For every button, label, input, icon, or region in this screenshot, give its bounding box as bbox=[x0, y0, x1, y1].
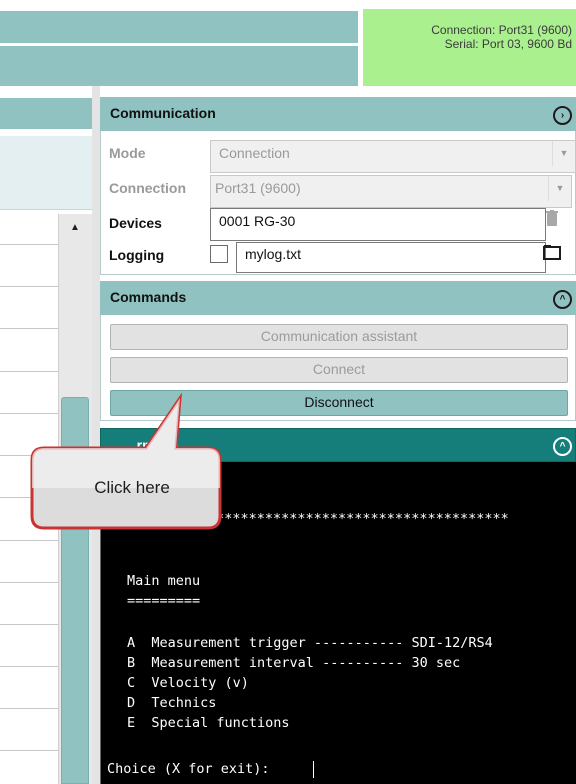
mode-label: Mode bbox=[109, 145, 146, 161]
chevron-up-circle-icon[interactable]: ^ bbox=[553, 437, 572, 456]
list-row-divider bbox=[0, 244, 58, 245]
trash-icon[interactable] bbox=[541, 210, 563, 232]
terminal-menu-item: D Technics bbox=[127, 695, 217, 711]
devices-field[interactable]: 0001 RG-30 bbox=[210, 208, 546, 241]
terminal-stars-line: ************************************* bbox=[208, 511, 509, 527]
serial-status-text: Serial: Port 03, 9600 Bd bbox=[444, 37, 572, 51]
panel-splitter[interactable] bbox=[92, 86, 100, 784]
logging-checkbox[interactable] bbox=[210, 245, 228, 263]
devices-label: Devices bbox=[109, 215, 162, 231]
left-panel-subheader bbox=[0, 136, 92, 210]
folder-icon[interactable] bbox=[541, 244, 563, 266]
callout-text: Click here bbox=[94, 478, 170, 497]
dropdown-arrow-icon: ▼ bbox=[552, 141, 575, 166]
connect-button[interactable]: Connect bbox=[110, 357, 568, 383]
communication-header[interactable]: Communication bbox=[100, 97, 576, 131]
terminal-menu-item: B Measurement interval ---------- 30 sec bbox=[127, 655, 461, 671]
connection-label: Connection bbox=[109, 180, 186, 196]
terminal-menu-item: C Velocity (v) bbox=[127, 675, 249, 691]
list-row-divider bbox=[0, 413, 58, 414]
list-row-divider bbox=[0, 328, 58, 329]
list-row-divider bbox=[0, 666, 58, 667]
terminal-menu-item: A Measurement trigger ----------- SDI-12… bbox=[127, 635, 493, 651]
logging-file-value: mylog.txt bbox=[245, 246, 302, 262]
terminal-prompt: Choice (X for exit): bbox=[107, 761, 278, 777]
mode-value: Connection bbox=[219, 145, 290, 161]
terminal-title: ...rminal bbox=[125, 437, 179, 453]
triangle-up-icon[interactable]: ▲ bbox=[60, 216, 90, 240]
list-row-divider bbox=[0, 455, 58, 456]
list-row-divider bbox=[0, 286, 58, 287]
logging-label: Logging bbox=[109, 247, 165, 263]
text-cursor bbox=[313, 761, 314, 778]
disconnect-button[interactable]: Disconnect bbox=[110, 390, 568, 416]
commands-header[interactable]: Commands bbox=[100, 281, 576, 315]
list-row-divider bbox=[0, 708, 58, 709]
connection-status-panel: Connection: Port31 (9600) Serial: Port 0… bbox=[363, 9, 576, 86]
scrollbar-thumb[interactable] bbox=[61, 397, 89, 784]
connection-select: Port31 (9600) ▼ bbox=[210, 175, 572, 208]
list-row-divider bbox=[0, 624, 58, 625]
commands-title: Commands bbox=[110, 289, 187, 305]
terminal-menu-item: E Special functions bbox=[127, 715, 290, 731]
terminal-header[interactable]: ...rminal bbox=[100, 428, 576, 462]
connection-value: Port31 (9600) bbox=[215, 180, 301, 196]
connection-status-text: Connection: Port31 (9600) bbox=[431, 23, 572, 37]
left-panel-header bbox=[0, 98, 92, 129]
list-row-divider bbox=[0, 750, 58, 751]
communication-title: Communication bbox=[110, 105, 216, 121]
list-row-divider bbox=[0, 540, 58, 541]
chevron-up-circle-icon[interactable]: ^ bbox=[553, 290, 572, 309]
communication-assistant-button[interactable]: Communication assistant bbox=[110, 324, 568, 350]
dropdown-arrow-icon: ▼ bbox=[548, 176, 571, 201]
terminal-menu-underline: ========= bbox=[127, 593, 201, 609]
mode-select: Connection ▼ bbox=[210, 140, 576, 173]
secondary-toolbar-bar bbox=[0, 46, 358, 86]
logging-file-field[interactable]: mylog.txt bbox=[236, 242, 546, 273]
list-row-divider bbox=[0, 582, 58, 583]
terminal-menu-title: Main menu bbox=[127, 573, 201, 589]
list-row-divider bbox=[0, 371, 58, 372]
top-toolbar-bar bbox=[0, 11, 358, 43]
devices-value: 0001 RG-30 bbox=[219, 213, 296, 229]
chevron-right-circle-icon[interactable]: › bbox=[553, 106, 572, 125]
